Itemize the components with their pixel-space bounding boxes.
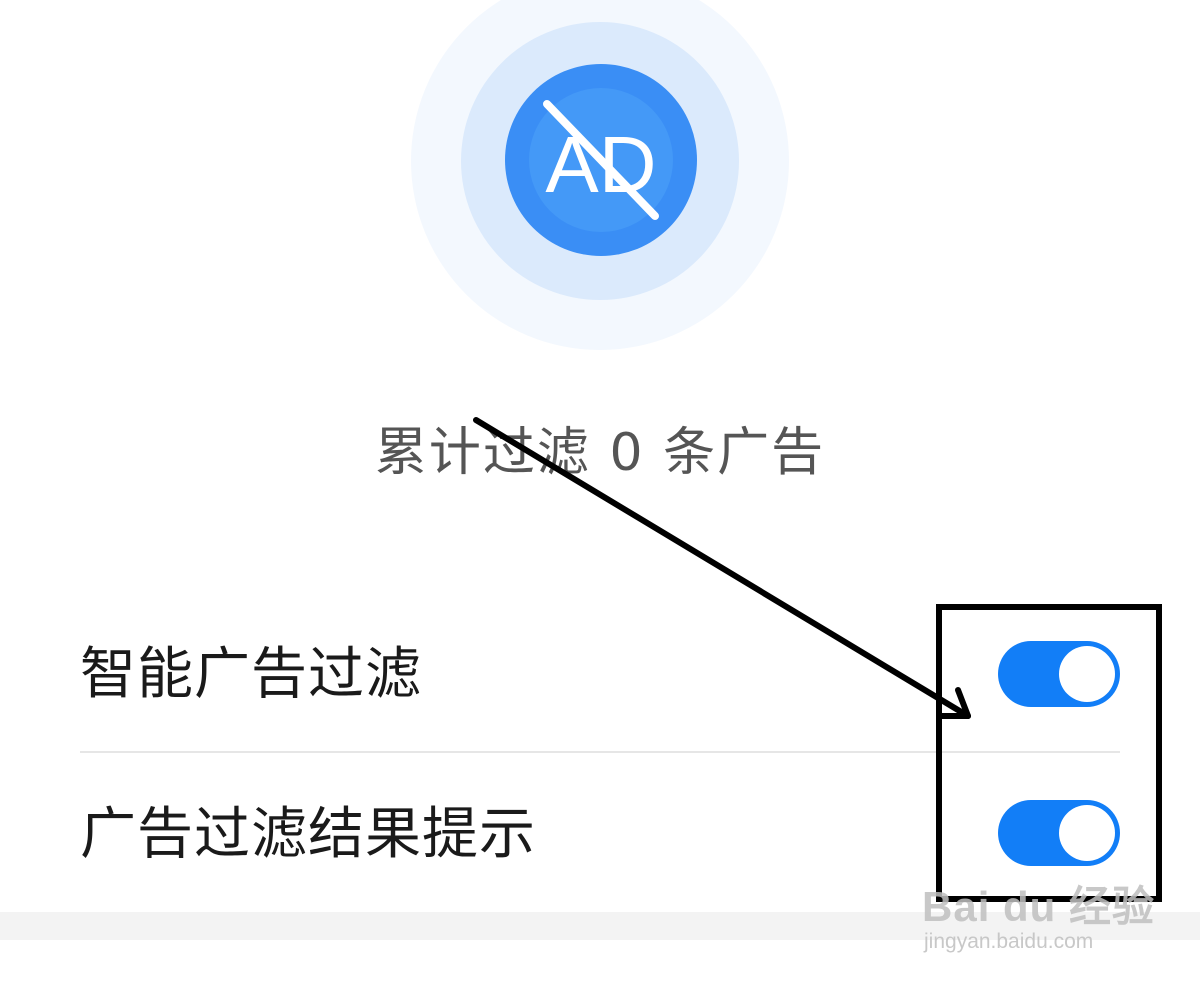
annotation-arrow-icon [473,417,971,719]
ad-filter-settings-page: AD 累计过滤 0 条广告 智能广告过滤 广告过滤结果提示 Bai du 经验 … [0,0,1200,988]
watermark-url: jingyan.baidu.com [924,930,1094,953]
baidu-jingyan-watermark: Bai du 经验 jingyan.baidu.com [922,884,1192,954]
watermark-logo: Bai du 经验 [922,883,1156,930]
